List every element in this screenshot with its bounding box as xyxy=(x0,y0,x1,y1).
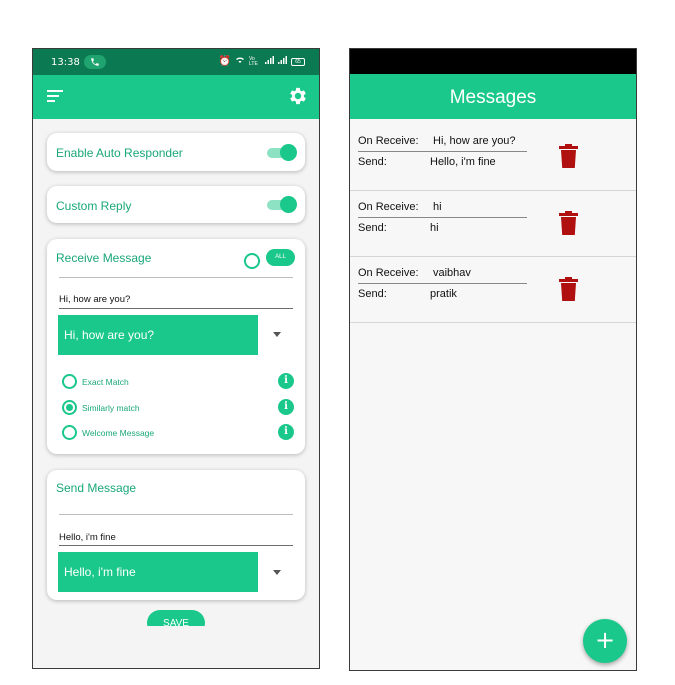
trash-icon[interactable] xyxy=(559,144,578,168)
add-icon[interactable]: + xyxy=(583,619,627,663)
messages-screen: Messages On Receive: Hi, how are you? Se… xyxy=(349,48,637,671)
similarly-match-label: Similarly match xyxy=(82,403,140,413)
exact-match-radio[interactable] xyxy=(62,374,77,389)
send-value: hi xyxy=(430,222,439,234)
receive-input-underline xyxy=(59,308,293,309)
info-icon[interactable]: i xyxy=(278,373,294,389)
custom-reply-toggle[interactable] xyxy=(267,196,297,213)
receive-value: Hi, how are you? xyxy=(433,135,516,147)
send-input[interactable]: Hello, i'm fine xyxy=(59,532,116,543)
chevron-down-icon[interactable] xyxy=(273,570,281,575)
send-selected-option[interactable]: Hello, i'm fine xyxy=(58,552,258,592)
all-button[interactable]: ALL xyxy=(266,249,295,266)
similarly-match-radio[interactable] xyxy=(62,400,77,415)
exact-match-label: Exact Match xyxy=(82,377,129,387)
save-button[interactable]: SAVE xyxy=(147,610,205,626)
send-key: Send: xyxy=(358,222,387,234)
page-title: Messages xyxy=(449,87,537,108)
send-value: Hello, i'm fine xyxy=(430,156,496,168)
trash-icon[interactable] xyxy=(559,277,578,301)
chevron-down-icon[interactable] xyxy=(273,332,281,337)
auto-responder-toggle[interactable] xyxy=(267,144,297,161)
receive-value: vaibhav xyxy=(433,267,471,279)
send-message-card: Send Message Hello, i'm fine Hello, i'm … xyxy=(47,470,305,600)
send-message-title: Send Message xyxy=(56,481,137,495)
info-icon[interactable]: i xyxy=(278,424,294,440)
send-keyword-underline xyxy=(59,514,293,515)
receive-selected-option[interactable]: Hi, how are you? xyxy=(58,315,258,355)
list-item[interactable]: On Receive: hi Send: hi xyxy=(350,191,636,257)
welcome-message-label: Welcome Message xyxy=(82,428,155,438)
divider xyxy=(358,283,527,284)
auto-responder-label: Enable Auto Responder xyxy=(56,146,183,160)
auto-responder-card: Enable Auto Responder xyxy=(47,133,305,171)
divider xyxy=(358,217,527,218)
divider xyxy=(358,151,527,152)
welcome-message-radio[interactable] xyxy=(62,425,77,440)
send-value: pratik xyxy=(430,288,457,300)
info-icon[interactable]: i xyxy=(278,399,294,415)
trash-icon[interactable] xyxy=(559,211,578,235)
auto-responder-screen: 13:38 ⏰ Vo LTE 65 Enable Auto Responder … xyxy=(32,48,320,669)
app-bar: Messages xyxy=(350,74,636,119)
receive-key: On Receive: xyxy=(358,135,419,147)
receive-message-title: Receive Message xyxy=(56,251,152,265)
receive-value: hi xyxy=(433,201,442,213)
send-key: Send: xyxy=(358,288,387,300)
receive-key: On Receive: xyxy=(358,267,419,279)
list-item[interactable]: On Receive: Hi, how are you? Send: Hello… xyxy=(350,125,636,191)
receive-key: On Receive: xyxy=(358,201,419,213)
list-item[interactable]: On Receive: vaibhav Send: pratik xyxy=(350,257,636,323)
receive-keyword-underline xyxy=(59,277,293,278)
send-input-underline xyxy=(59,545,293,546)
select-all-radio[interactable] xyxy=(244,253,260,269)
custom-reply-card: Custom Reply xyxy=(47,186,305,223)
status-bar xyxy=(350,49,636,74)
receive-message-card: Receive Message ALL Hi, how are you? Hi,… xyxy=(47,239,305,454)
receive-input[interactable]: Hi, how are you? xyxy=(59,294,130,305)
custom-reply-label: Custom Reply xyxy=(56,199,132,213)
send-key: Send: xyxy=(358,156,387,168)
